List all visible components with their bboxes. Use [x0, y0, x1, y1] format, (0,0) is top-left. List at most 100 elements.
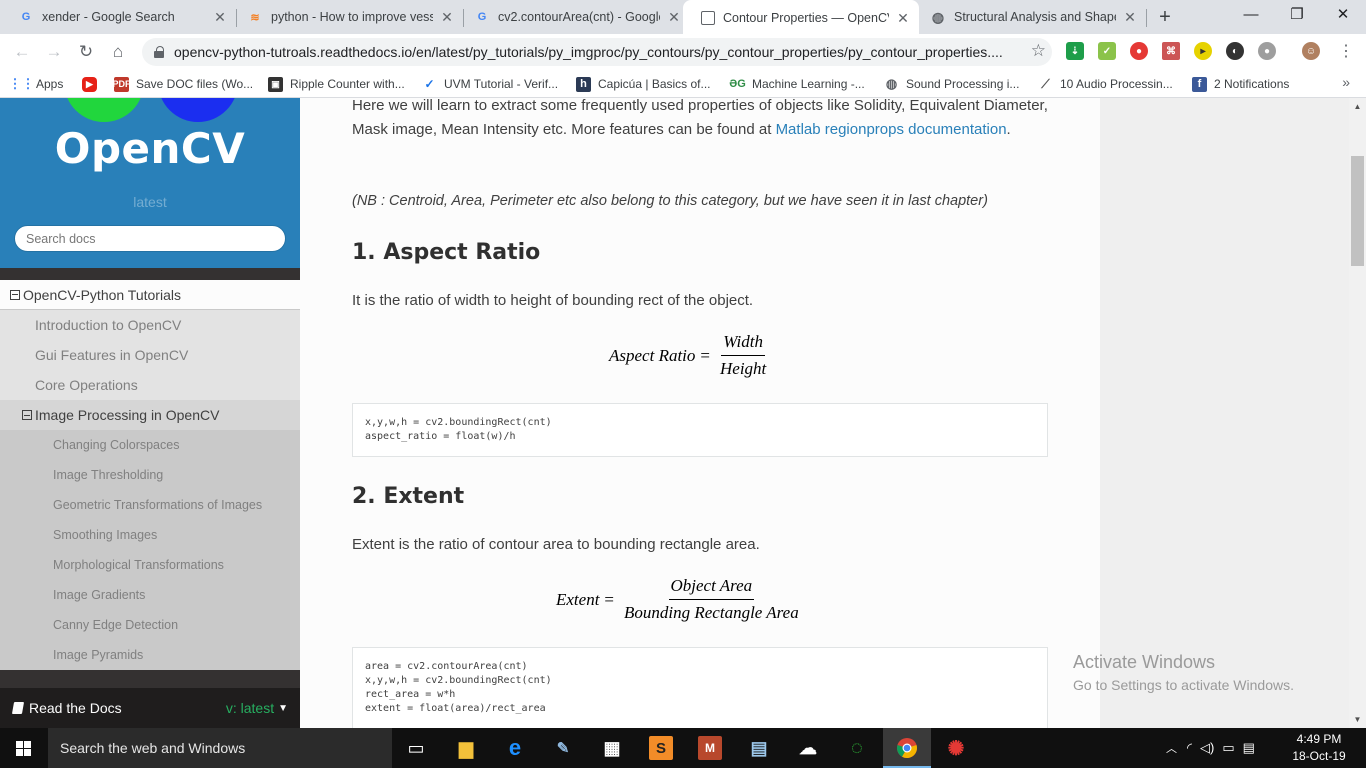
task-view-icon[interactable]: ▭ — [404, 736, 428, 760]
bookmark-star-icon[interactable]: ☆ — [1031, 41, 1046, 61]
tab-contour-properties[interactable]: Contour Properties — OpenCV ✕ — [683, 0, 919, 36]
opencv-logo-blue-ring — [158, 98, 238, 122]
nav-label: Core Operations — [35, 377, 138, 393]
start-button[interactable] — [0, 728, 48, 768]
nav-item-core-operations[interactable]: Core Operations — [0, 370, 300, 400]
bookmark-youtube[interactable]: ▶ — [82, 75, 104, 93]
extension-icon[interactable]: ✓ — [1098, 42, 1116, 60]
bookmark-save-doc[interactable]: PDF Save DOC files (Wo... — [113, 75, 253, 93]
download-extension-icon[interactable]: ⇣ — [1066, 42, 1084, 60]
scroll-down-arrow-icon[interactable]: ▼ — [1349, 711, 1366, 728]
address-bar[interactable]: opencv-python-tutroals.readthedocs.io/en… — [142, 38, 1052, 66]
calculator-icon[interactable]: ▦ — [600, 736, 624, 760]
bookmark-uvm-tutorial[interactable]: ✓ UVM Tutorial - Verif... — [422, 75, 558, 93]
nav-item-smoothing-images[interactable]: Smoothing Images — [0, 520, 300, 550]
close-icon[interactable]: ✕ — [666, 9, 682, 26]
taskbar-search-box[interactable]: Search the web and Windows — [48, 728, 392, 768]
nav-item-image-processing[interactable]: Image Processing in OpenCV — [0, 400, 300, 430]
search-docs-input[interactable] — [14, 225, 286, 252]
note-paragraph: (NB : Centroid, Area, Perimeter etc also… — [352, 193, 988, 209]
window-close-button[interactable]: ✕ — [1320, 0, 1366, 32]
home-button[interactable]: ⌂ — [106, 40, 130, 64]
page-scrollbar[interactable]: ▲ ▼ — [1349, 98, 1366, 728]
scrollbar-thumb[interactable] — [1351, 156, 1364, 266]
volume-icon[interactable]: ◁) — [1200, 740, 1214, 756]
version-selector[interactable]: v: latest — [226, 700, 274, 716]
minimize-button[interactable]: — — [1228, 0, 1274, 32]
aspect-ratio-formula: Aspect Ratio = Width Height — [609, 332, 767, 378]
read-the-docs-badge[interactable]: Read the Docs v: latest ▼ — [0, 688, 300, 728]
bookmark-audio-processing[interactable]: ⟋ 10 Audio Processin... — [1038, 75, 1172, 93]
sublime-text-icon[interactable]: S — [649, 736, 673, 760]
bookmark-apps[interactable]: ⋮⋮ Apps — [9, 75, 64, 93]
extent-code-block[interactable]: area = cv2.contourArea(cnt) x,y,w,h = cv… — [352, 647, 1048, 728]
nav-label: Morphological Transformations — [53, 558, 224, 572]
clock-date: 18-Oct-19 — [1292, 749, 1346, 763]
tab-xender-search[interactable]: G xender - Google Search ✕ — [0, 0, 236, 34]
bookmark-machine-learning[interactable]: ƏG Machine Learning -... — [729, 75, 865, 93]
onedrive-icon[interactable]: ☁ — [796, 736, 820, 760]
nav-item-geometric-transformations[interactable]: Geometric Transformations of Images — [0, 490, 300, 520]
extension-icon[interactable]: ● — [1258, 42, 1276, 60]
image-viewer-icon[interactable]: ▤ — [747, 736, 771, 760]
extension-icon[interactable]: ▸ — [1194, 42, 1212, 60]
nav-item-opencv-python-tutorials[interactable]: OpenCV-Python Tutorials — [0, 280, 300, 310]
profile-avatar[interactable]: ☺ — [1302, 42, 1320, 60]
file-explorer-icon[interactable]: ▆ — [454, 736, 478, 760]
new-tab-button[interactable]: + — [1154, 6, 1176, 28]
edge-browser-icon[interactable]: e — [503, 735, 527, 760]
page-right-gutter — [1100, 98, 1350, 728]
bookmark-label: Machine Learning -... — [752, 77, 865, 91]
bookmarks-overflow-icon[interactable]: » — [1342, 74, 1350, 90]
extension-icon[interactable]: ◐ — [1226, 42, 1244, 60]
pdf-extension-icon[interactable]: ⌘ — [1162, 42, 1180, 60]
activate-windows-subtitle: Go to Settings to activate Windows. — [1073, 677, 1294, 693]
close-icon[interactable]: ✕ — [1122, 9, 1138, 26]
nav-item-gui-features[interactable]: Gui Features in OpenCV — [0, 340, 300, 370]
nav-item-introduction[interactable]: Introduction to OpenCV — [0, 310, 300, 340]
back-button[interactable]: ← — [10, 40, 34, 64]
bookmark-sound-processing[interactable]: ◍ Sound Processing i... — [884, 75, 1020, 93]
scroll-up-arrow-icon[interactable]: ▲ — [1349, 98, 1366, 115]
aspect-ratio-code-block[interactable]: x,y,w,h = cv2.boundingRect(cnt) aspect_r… — [352, 403, 1048, 457]
reload-button[interactable]: ↻ — [74, 40, 98, 64]
tab-contourarea-search[interactable]: G cv2.contourArea(cnt) - Google ✕ — [456, 0, 690, 34]
nav-item-morphological-transformations[interactable]: Morphological Transformations — [0, 550, 300, 580]
notifications-icon[interactable]: ▤ — [1243, 740, 1255, 756]
bookmark-ripple-counter[interactable]: ▣ Ripple Counter with... — [268, 75, 405, 93]
close-icon[interactable]: ✕ — [895, 10, 911, 27]
bookmark-facebook-notifications[interactable]: f 2 Notifications — [1192, 75, 1289, 93]
chrome-menu-icon[interactable]: ⋮ — [1334, 40, 1358, 64]
close-icon[interactable]: ✕ — [439, 9, 455, 26]
tab-structural-analysis[interactable]: ◍ Structural Analysis and Shape ✕ — [912, 0, 1146, 34]
matlab-icon[interactable]: M — [698, 736, 722, 760]
close-icon[interactable]: ✕ — [212, 9, 228, 26]
matlab-regionprops-link[interactable]: Matlab regionprops documentation — [776, 121, 1007, 138]
tab-python-stackoverflow[interactable]: ≋ python - How to improve vess ✕ — [229, 0, 463, 34]
spider-app-icon[interactable]: ✺ — [944, 736, 968, 760]
taskbar-clock[interactable]: 4:49 PM 18-Oct-19 — [1287, 731, 1351, 765]
chrome-icon[interactable] — [895, 736, 919, 760]
url-text: opencv-python-tutroals.readthedocs.io/en… — [174, 44, 1003, 60]
maximize-button[interactable]: ❐ — [1274, 0, 1320, 32]
forward-button[interactable]: → — [42, 40, 66, 64]
bookmark-capicua[interactable]: h Capicúa | Basics of... — [576, 75, 711, 93]
bookmarks-bar: ⋮⋮ Apps ▶ PDF Save DOC files (Wo... ▣ Ri… — [0, 70, 1366, 98]
chevron-up-icon[interactable]: ︿ — [1166, 740, 1177, 756]
nav-item-image-thresholding[interactable]: Image Thresholding — [0, 460, 300, 490]
nav-item-canny-edge-detection[interactable]: Canny Edge Detection — [0, 610, 300, 640]
record-extension-icon[interactable]: ● — [1130, 42, 1148, 60]
collapse-icon[interactable] — [22, 410, 32, 420]
tab-title: cv2.contourArea(cnt) - Google — [498, 10, 660, 24]
battery-icon[interactable]: ▭ — [1222, 740, 1234, 756]
opencv-logo-text[interactable]: OpenCV — [0, 124, 300, 173]
paint-icon[interactable]: ✎ — [551, 736, 575, 760]
formula-numerator: Width — [721, 332, 765, 356]
nav-item-image-gradients[interactable]: Image Gradients — [0, 580, 300, 610]
wifi-icon[interactable]: ◜ — [1187, 740, 1192, 756]
collapse-icon[interactable] — [10, 289, 20, 300]
nav-item-image-pyramids[interactable]: Image Pyramids — [0, 640, 300, 670]
nav-item-changing-colorspaces[interactable]: Changing Colorspaces — [0, 430, 300, 460]
tab-title: xender - Google Search — [42, 10, 175, 24]
loader-app-icon[interactable]: ◌ — [845, 736, 869, 760]
